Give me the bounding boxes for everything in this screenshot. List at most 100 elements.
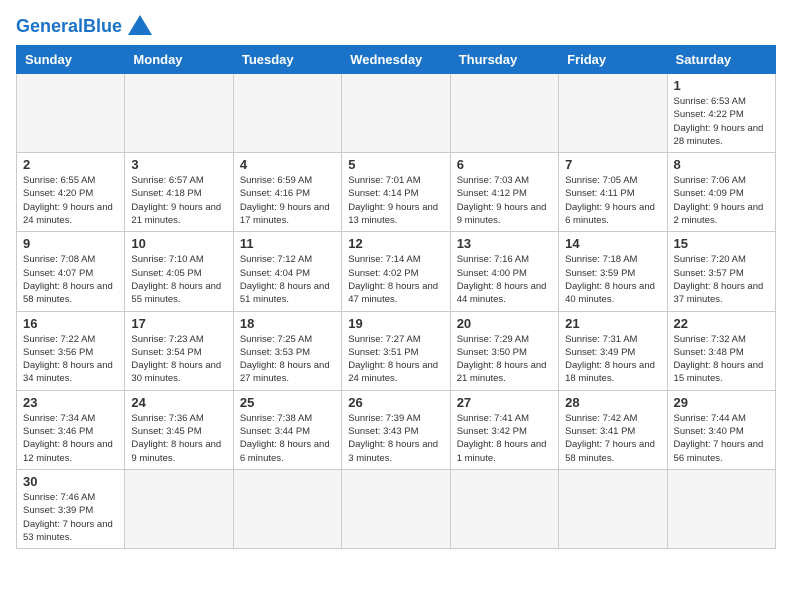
col-header-tuesday: Tuesday xyxy=(233,46,341,74)
day-number: 26 xyxy=(348,395,443,410)
calendar-cell: 10 Sunrise: 7:10 AM Sunset: 4:05 PM Dayli… xyxy=(125,232,233,311)
day-info: Sunrise: 7:46 AM Sunset: 3:39 PM Dayligh… xyxy=(23,491,118,544)
calendar-cell xyxy=(17,74,125,153)
calendar-week-2: 9Sunrise: 7:08 AM Sunset: 4:07 PM Daylig… xyxy=(17,232,776,311)
day-info: Sunrise: 7:32 AM Sunset: 3:48 PM Dayligh… xyxy=(674,333,769,386)
calendar-cell: 15 Sunrise: 7:20 AM Sunset: 3:57 PM Dayli… xyxy=(667,232,775,311)
day-number: 1 xyxy=(674,78,769,93)
day-info: Sunrise: 7:16 AM Sunset: 4:00 PM Dayligh… xyxy=(457,253,552,306)
day-info: Sunrise: 7:42 AM Sunset: 3:41 PM Dayligh… xyxy=(565,412,660,465)
day-info: Sunrise: 7:14 AM Sunset: 4:02 PM Dayligh… xyxy=(348,253,443,306)
day-number: 25 xyxy=(240,395,335,410)
calendar-cell: 13Sunrise: 7:16 AM Sunset: 4:00 PM Dayli… xyxy=(450,232,558,311)
calendar-cell: 29 Sunrise: 7:44 AM Sunset: 3:40 PM Dayli… xyxy=(667,390,775,469)
calendar-cell: 30Sunrise: 7:46 AM Sunset: 3:39 PM Dayli… xyxy=(17,469,125,548)
day-info: Sunrise: 7:27 AM Sunset: 3:51 PM Dayligh… xyxy=(348,333,443,386)
calendar-cell: 5Sunrise: 7:01 AM Sunset: 4:14 PM Daylig… xyxy=(342,153,450,232)
calendar-cell: 25Sunrise: 7:38 AM Sunset: 3:44 PM Dayli… xyxy=(233,390,341,469)
day-info: Sunrise: 7:22 AM Sunset: 3:56 PM Dayligh… xyxy=(23,333,118,386)
day-info: Sunrise: 7:10 AM Sunset: 4:05 PM Dayligh… xyxy=(131,253,226,306)
day-number: 10 xyxy=(131,236,226,251)
calendar-cell: 22Sunrise: 7:32 AM Sunset: 3:48 PM Dayli… xyxy=(667,311,775,390)
logo-text: GeneralBlue xyxy=(16,16,122,37)
col-header-monday: Monday xyxy=(125,46,233,74)
day-info: Sunrise: 7:29 AM Sunset: 3:50 PM Dayligh… xyxy=(457,333,552,386)
calendar-week-4: 23 Sunrise: 7:34 AM Sunset: 3:46 PM Dayli… xyxy=(17,390,776,469)
calendar-cell xyxy=(559,469,667,548)
calendar-cell xyxy=(667,469,775,548)
col-header-friday: Friday xyxy=(559,46,667,74)
calendar-week-0: 1 Sunrise: 6:53 AM Sunset: 4:22 PM Daylig… xyxy=(17,74,776,153)
calendar-cell: 17 Sunrise: 7:23 AM Sunset: 3:54 PM Dayli… xyxy=(125,311,233,390)
day-number: 21 xyxy=(565,316,660,331)
day-number: 17 xyxy=(131,316,226,331)
day-info: Sunrise: 7:12 AM Sunset: 4:04 PM Dayligh… xyxy=(240,253,335,306)
calendar-cell: 4Sunrise: 6:59 AM Sunset: 4:16 PM Daylig… xyxy=(233,153,341,232)
calendar-cell: 18Sunrise: 7:25 AM Sunset: 3:53 PM Dayli… xyxy=(233,311,341,390)
day-number: 28 xyxy=(565,395,660,410)
day-info: Sunrise: 7:39 AM Sunset: 3:43 PM Dayligh… xyxy=(348,412,443,465)
col-header-wednesday: Wednesday xyxy=(342,46,450,74)
page-header: GeneralBlue xyxy=(16,16,776,37)
calendar-cell xyxy=(450,74,558,153)
day-number: 8 xyxy=(674,157,769,172)
day-number: 11 xyxy=(240,236,335,251)
calendar-cell xyxy=(233,469,341,548)
logo-general: General xyxy=(16,16,83,36)
day-info: Sunrise: 7:01 AM Sunset: 4:14 PM Dayligh… xyxy=(348,174,443,227)
calendar-cell: 6Sunrise: 7:03 AM Sunset: 4:12 PM Daylig… xyxy=(450,153,558,232)
col-header-sunday: Sunday xyxy=(17,46,125,74)
col-header-saturday: Saturday xyxy=(667,46,775,74)
day-number: 9 xyxy=(23,236,118,251)
calendar-cell: 9Sunrise: 7:08 AM Sunset: 4:07 PM Daylig… xyxy=(17,232,125,311)
day-info: Sunrise: 7:25 AM Sunset: 3:53 PM Dayligh… xyxy=(240,333,335,386)
calendar-week-5: 30Sunrise: 7:46 AM Sunset: 3:39 PM Dayli… xyxy=(17,469,776,548)
calendar-cell: 1 Sunrise: 6:53 AM Sunset: 4:22 PM Daylig… xyxy=(667,74,775,153)
calendar-cell: 20 Sunrise: 7:29 AM Sunset: 3:50 PM Dayli… xyxy=(450,311,558,390)
day-info: Sunrise: 6:53 AM Sunset: 4:22 PM Dayligh… xyxy=(674,95,769,148)
calendar-cell xyxy=(233,74,341,153)
calendar-cell: 21 Sunrise: 7:31 AM Sunset: 3:49 PM Dayli… xyxy=(559,311,667,390)
day-info: Sunrise: 7:18 AM Sunset: 3:59 PM Dayligh… xyxy=(565,253,660,306)
logo-icon xyxy=(126,13,154,37)
calendar: SundayMondayTuesdayWednesdayThursdayFrid… xyxy=(16,45,776,549)
calendar-cell: 23 Sunrise: 7:34 AM Sunset: 3:46 PM Dayli… xyxy=(17,390,125,469)
calendar-cell: 19 Sunrise: 7:27 AM Sunset: 3:51 PM Dayli… xyxy=(342,311,450,390)
day-info: Sunrise: 7:23 AM Sunset: 3:54 PM Dayligh… xyxy=(131,333,226,386)
calendar-cell: 12Sunrise: 7:14 AM Sunset: 4:02 PM Dayli… xyxy=(342,232,450,311)
col-header-thursday: Thursday xyxy=(450,46,558,74)
day-number: 27 xyxy=(457,395,552,410)
day-number: 3 xyxy=(131,157,226,172)
day-info: Sunrise: 7:36 AM Sunset: 3:45 PM Dayligh… xyxy=(131,412,226,465)
day-number: 20 xyxy=(457,316,552,331)
day-number: 19 xyxy=(348,316,443,331)
day-info: Sunrise: 7:20 AM Sunset: 3:57 PM Dayligh… xyxy=(674,253,769,306)
logo: GeneralBlue xyxy=(16,16,154,37)
calendar-cell: 2 Sunrise: 6:55 AM Sunset: 4:20 PM Daylig… xyxy=(17,153,125,232)
calendar-cell: 16Sunrise: 7:22 AM Sunset: 3:56 PM Dayli… xyxy=(17,311,125,390)
day-number: 4 xyxy=(240,157,335,172)
day-info: Sunrise: 7:34 AM Sunset: 3:46 PM Dayligh… xyxy=(23,412,118,465)
calendar-week-1: 2 Sunrise: 6:55 AM Sunset: 4:20 PM Daylig… xyxy=(17,153,776,232)
day-info: Sunrise: 6:55 AM Sunset: 4:20 PM Dayligh… xyxy=(23,174,118,227)
day-number: 6 xyxy=(457,157,552,172)
calendar-cell xyxy=(342,469,450,548)
calendar-week-3: 16Sunrise: 7:22 AM Sunset: 3:56 PM Dayli… xyxy=(17,311,776,390)
day-info: Sunrise: 6:57 AM Sunset: 4:18 PM Dayligh… xyxy=(131,174,226,227)
calendar-cell xyxy=(342,74,450,153)
calendar-cell: 24 Sunrise: 7:36 AM Sunset: 3:45 PM Dayli… xyxy=(125,390,233,469)
day-number: 24 xyxy=(131,395,226,410)
day-number: 7 xyxy=(565,157,660,172)
calendar-cell: 7Sunrise: 7:05 AM Sunset: 4:11 PM Daylig… xyxy=(559,153,667,232)
calendar-cell xyxy=(559,74,667,153)
day-number: 2 xyxy=(23,157,118,172)
day-number: 29 xyxy=(674,395,769,410)
day-number: 14 xyxy=(565,236,660,251)
day-info: Sunrise: 7:31 AM Sunset: 3:49 PM Dayligh… xyxy=(565,333,660,386)
calendar-cell: 27Sunrise: 7:41 AM Sunset: 3:42 PM Dayli… xyxy=(450,390,558,469)
day-number: 23 xyxy=(23,395,118,410)
day-info: Sunrise: 7:44 AM Sunset: 3:40 PM Dayligh… xyxy=(674,412,769,465)
calendar-cell: 3 Sunrise: 6:57 AM Sunset: 4:18 PM Daylig… xyxy=(125,153,233,232)
day-number: 15 xyxy=(674,236,769,251)
calendar-header-row: SundayMondayTuesdayWednesdayThursdayFrid… xyxy=(17,46,776,74)
